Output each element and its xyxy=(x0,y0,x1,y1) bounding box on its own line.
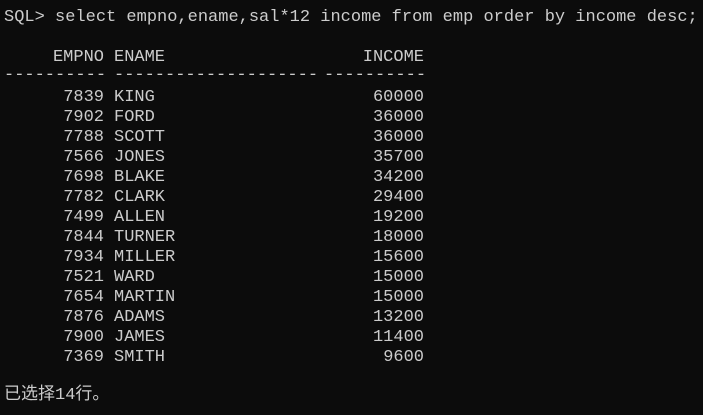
table-row: 7934 MILLER 15600 xyxy=(4,248,444,268)
rows-selected-status: 已选择14行。 xyxy=(4,386,110,405)
table-row: 7900 JAMES 11400 xyxy=(4,328,444,348)
separator-empno: ---------- xyxy=(4,66,107,85)
cell-income: 35700 xyxy=(372,148,424,167)
cell-income: 19200 xyxy=(372,208,424,227)
cell-ename: SMITH xyxy=(114,348,166,367)
cell-ename: JONES xyxy=(114,148,166,167)
sql-command: select empno,ename,sal*12 income from em… xyxy=(44,8,698,27)
cell-ename: WARD xyxy=(114,268,155,287)
cell-ename: ADAMS xyxy=(114,308,166,327)
table-row: 7369 SMITH 9600 xyxy=(4,348,444,368)
table-row: 7654 MARTIN 15000 xyxy=(4,288,444,308)
cell-empno: 7876 xyxy=(63,308,104,327)
cell-empno: 7369 xyxy=(63,348,104,367)
cell-empno: 7934 xyxy=(63,248,104,267)
table-row: 7839 KING 60000 xyxy=(4,88,444,108)
result-separator-row: ---------- -------------------- --------… xyxy=(4,66,444,86)
cell-income: 29400 xyxy=(372,188,424,207)
cell-income: 60000 xyxy=(372,88,424,107)
table-row: 7499 ALLEN 19200 xyxy=(4,208,444,228)
column-header-empno: EMPNO xyxy=(52,48,104,67)
table-row: 7521 WARD 15000 xyxy=(4,268,444,288)
cell-income: 13200 xyxy=(372,308,424,327)
cell-empno: 7698 xyxy=(63,168,104,187)
table-row: 7782 CLARK 29400 xyxy=(4,188,444,208)
result-header-row: EMPNO ENAME INCOME xyxy=(4,48,444,68)
cell-empno: 7902 xyxy=(63,108,104,127)
cell-ename: KING xyxy=(114,88,155,107)
table-row: 7566 JONES 35700 xyxy=(4,148,444,168)
cell-empno: 7844 xyxy=(63,228,104,247)
cell-ename: BLAKE xyxy=(114,168,166,187)
cell-empno: 7521 xyxy=(63,268,104,287)
cell-empno: 7782 xyxy=(63,188,104,207)
cell-empno: 7839 xyxy=(63,88,104,107)
cell-ename: TURNER xyxy=(114,228,176,247)
cell-ename: FORD xyxy=(114,108,155,127)
cell-ename: JAMES xyxy=(114,328,166,347)
table-row: 7876 ADAMS 13200 xyxy=(4,308,444,328)
table-row: 7788 SCOTT 36000 xyxy=(4,128,444,148)
result-rows: 7839 KING 60000 7902 FORD 36000 7788 SCOTT 360… xyxy=(4,88,444,368)
cell-empno: 7788 xyxy=(63,128,104,147)
cell-income: 36000 xyxy=(372,108,424,127)
cell-ename: MILLER xyxy=(114,248,176,267)
cell-ename: CLARK xyxy=(114,188,166,207)
cell-income: 34200 xyxy=(372,168,424,187)
separator-income: ---------- xyxy=(324,66,427,85)
terminal-window[interactable]: SQL> select empno,ename,sal*12 income fr… xyxy=(0,0,703,415)
table-row: 7844 TURNER 18000 xyxy=(4,228,444,248)
cell-ename: SCOTT xyxy=(114,128,166,147)
cell-income: 11400 xyxy=(372,328,424,347)
cell-empno: 7900 xyxy=(63,328,104,347)
cell-income: 15000 xyxy=(372,268,424,287)
cell-ename: ALLEN xyxy=(114,208,166,227)
cell-income: 36000 xyxy=(372,128,424,147)
cell-income: 18000 xyxy=(372,228,424,247)
column-header-ename: ENAME xyxy=(114,48,166,67)
cell-empno: 7499 xyxy=(63,208,104,227)
sql-prompt: SQL> xyxy=(4,8,45,27)
table-row: 7902 FORD 36000 xyxy=(4,108,444,128)
separator-ename: -------------------- xyxy=(114,66,319,85)
cell-empno: 7654 xyxy=(63,288,104,307)
cell-income: 15600 xyxy=(372,248,424,267)
column-header-income: INCOME xyxy=(362,48,424,67)
cell-income: 9600 xyxy=(383,348,424,367)
command-line: SQL> select empno,ename,sal*12 income fr… xyxy=(4,8,698,28)
cell-empno: 7566 xyxy=(63,148,104,167)
cell-income: 15000 xyxy=(372,288,424,307)
cell-ename: MARTIN xyxy=(114,288,176,307)
table-row: 7698 BLAKE 34200 xyxy=(4,168,444,188)
